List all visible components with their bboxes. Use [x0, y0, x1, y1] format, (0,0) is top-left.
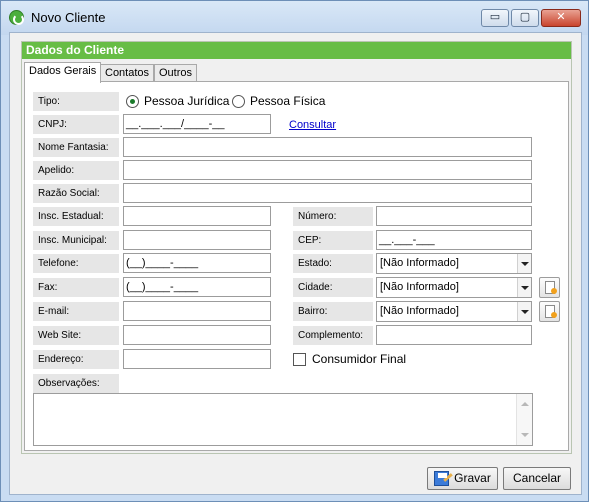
insc-municipal-label: Insc. Municipal:	[33, 231, 119, 250]
pessoa-juridica-radio[interactable]	[126, 95, 139, 108]
add-cidade-button[interactable]	[539, 277, 560, 298]
window: Novo Cliente ▭ ▢ ✕ Dados do Cliente Dado…	[0, 0, 589, 502]
razao-social-input[interactable]	[123, 183, 532, 203]
numero-input[interactable]	[376, 206, 532, 226]
client-area: Dados do Cliente Dados Gerais Contatos O…	[9, 32, 582, 495]
scroll-down-icon[interactable]	[521, 433, 529, 437]
cep-label: CEP:	[293, 231, 373, 250]
telefone-label: Telefone:	[33, 254, 119, 273]
pessoa-juridica-label[interactable]: Pessoa Jurídica	[144, 94, 229, 108]
fax-label: Fax:	[33, 278, 119, 297]
nome-fantasia-label: Nome Fantasia:	[33, 138, 119, 157]
estado-select[interactable]: [Não Informado]	[376, 253, 532, 274]
observacoes-scrollbar[interactable]	[516, 394, 532, 445]
consumidor-final-label[interactable]: Consumidor Final	[312, 352, 406, 366]
estado-value: [Não Informado]	[380, 257, 459, 269]
apelido-label: Apelido:	[33, 161, 119, 180]
cnpj-input[interactable]: __.___.___/____-__	[123, 114, 271, 134]
close-button[interactable]: ✕	[541, 9, 581, 27]
tab-dados-gerais[interactable]: Dados Gerais	[24, 62, 102, 83]
consumidor-final-checkbox[interactable]	[293, 353, 306, 366]
minimize-button[interactable]: ▭	[481, 9, 509, 27]
tab-panel-dados-gerais: Tipo: Pessoa Jurídica Pessoa Física CNPJ…	[24, 81, 569, 451]
apelido-input[interactable]	[123, 160, 532, 180]
cidade-select[interactable]: [Não Informado]	[376, 277, 532, 298]
telefone-input[interactable]: (__)____-____	[123, 253, 271, 273]
sparkle-icon	[551, 312, 557, 318]
consultar-link[interactable]: Consultar	[289, 119, 336, 131]
email-input[interactable]	[123, 301, 271, 321]
bairro-value: [Não Informado]	[380, 305, 459, 317]
nome-fantasia-input[interactable]	[123, 137, 532, 157]
tab-outros[interactable]: Outros	[154, 64, 198, 82]
cidade-label: Cidade:	[293, 278, 373, 297]
numero-label: Número:	[293, 207, 373, 226]
group-header: Dados do Cliente	[22, 42, 571, 59]
insc-municipal-input[interactable]	[123, 230, 271, 250]
gravar-label: Gravar	[454, 471, 491, 485]
razao-social-label: Razão Social:	[33, 184, 119, 203]
cidade-value: [Não Informado]	[380, 281, 459, 293]
gravar-button[interactable]: Gravar	[427, 467, 498, 490]
scroll-up-icon[interactable]	[521, 402, 529, 406]
complemento-label: Complemento:	[293, 326, 373, 345]
insc-estadual-label: Insc. Estadual:	[33, 207, 119, 226]
endereco-input[interactable]	[123, 349, 271, 369]
add-bairro-button[interactable]	[539, 301, 560, 322]
observacoes-label: Observações:	[33, 374, 119, 393]
maximize-button[interactable]: ▢	[511, 9, 539, 27]
bairro-label: Bairro:	[293, 302, 373, 321]
insc-estadual-input[interactable]	[123, 206, 271, 226]
tipo-label: Tipo:	[33, 92, 119, 111]
estado-label: Estado:	[293, 254, 373, 273]
sparkle-icon	[551, 288, 557, 294]
title-bar[interactable]: Novo Cliente ▭ ▢ ✕	[1, 1, 588, 35]
tab-contatos[interactable]: Contatos	[100, 64, 155, 82]
window-title: Novo Cliente	[31, 10, 106, 25]
endereco-label: Endereço:	[33, 350, 119, 369]
cnpj-label: CNPJ:	[33, 115, 119, 134]
fax-input[interactable]: (__)____-____	[123, 277, 271, 297]
client-data-group: Dados do Cliente Dados Gerais Contatos O…	[21, 41, 572, 454]
chevron-down-icon[interactable]	[517, 278, 531, 297]
save-icon	[434, 471, 453, 486]
observacoes-textarea[interactable]	[33, 393, 533, 446]
bairro-select[interactable]: [Não Informado]	[376, 301, 532, 322]
pessoa-fisica-radio[interactable]	[232, 95, 245, 108]
website-label: Web Site:	[33, 326, 119, 345]
pessoa-fisica-label[interactable]: Pessoa Física	[250, 94, 325, 108]
app-icon	[9, 10, 24, 25]
cancelar-button[interactable]: Cancelar	[503, 467, 571, 490]
website-input[interactable]	[123, 325, 271, 345]
chevron-down-icon[interactable]	[517, 302, 531, 321]
cep-input[interactable]: __.___-___	[376, 230, 532, 250]
chevron-down-icon[interactable]	[517, 254, 531, 273]
complemento-input[interactable]	[376, 325, 532, 345]
email-label: E-mail:	[33, 302, 119, 321]
